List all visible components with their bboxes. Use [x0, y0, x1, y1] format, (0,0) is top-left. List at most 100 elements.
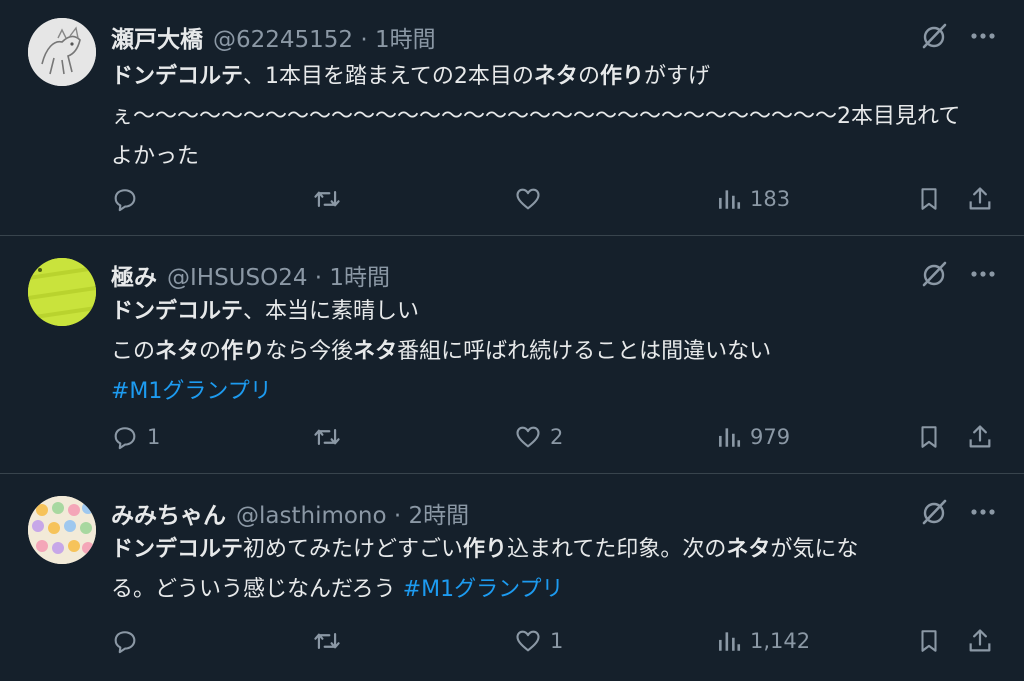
text-segment: が気にな — [770, 537, 859, 562]
handle: @lasthimono · 2時間 — [236, 503, 470, 529]
text-segment: ぇ〜〜〜〜〜〜〜〜〜〜〜〜〜〜〜〜〜〜〜〜〜〜〜〜〜〜〜〜〜〜〜〜2本目見れて — [111, 104, 961, 129]
like-button[interactable]: 1 — [514, 621, 563, 661]
bookmark-button[interactable] — [916, 417, 942, 457]
retweet-button[interactable] — [312, 621, 350, 661]
avatar[interactable] — [28, 18, 96, 86]
display-name[interactable]: 極み — [111, 258, 157, 292]
highlighted-keyword: ドンデコルテ — [111, 64, 244, 89]
tweet-line: ドンデコルテ初めてみたけどすごい作り込まれてた印象。次のネタが気にな — [111, 530, 991, 570]
views-count: 1,142 — [750, 629, 811, 653]
bookmark-button[interactable] — [916, 621, 942, 661]
user-handle[interactable]: @IHSUSO24 — [167, 265, 307, 291]
text-segment: よかった — [111, 144, 200, 169]
timestamp[interactable]: 1時間 — [375, 27, 436, 53]
highlighted-keyword: 作り — [463, 537, 508, 562]
bookmark-icon — [921, 188, 937, 210]
avatar[interactable] — [28, 258, 96, 326]
tweet-text: ドンデコルテ、本当に素晴しい このネタの作りなら今後ネタ番組に呼ばれ続けることは間… — [111, 292, 991, 412]
highlighted-keyword: ネタ — [353, 339, 398, 364]
tweet-header: 瀬戸大橋 @62245152 · 1時間 — [111, 20, 436, 54]
action-bar: 1 1,142 — [0, 621, 1024, 661]
highlighted-keyword: ネタ — [726, 537, 771, 562]
retweet-button[interactable] — [312, 417, 350, 457]
retweet-icon — [314, 190, 340, 208]
tweet[interactable]: 瀬戸大橋 @62245152 · 1時間 ドンデコルテ、1本目を踏まえての2本目… — [0, 0, 1024, 236]
more-icon[interactable] — [970, 32, 996, 40]
display-name[interactable]: みみちゃん — [111, 496, 226, 530]
reply-icon — [114, 631, 136, 654]
text-segment: なら今後 — [265, 339, 354, 364]
timestamp[interactable]: 2時間 — [409, 503, 470, 529]
text-segment: る。どういう感じなんだろう — [111, 577, 403, 602]
highlighted-keyword: ネタ — [155, 339, 200, 364]
text-segment: がすげ — [643, 64, 710, 89]
more-icon[interactable] — [970, 508, 996, 516]
tweet-line: よかった — [111, 137, 991, 177]
bookmark-button[interactable] — [916, 179, 942, 219]
heart-icon — [516, 630, 540, 652]
grok-icon[interactable] — [920, 260, 948, 288]
views-count: 979 — [750, 425, 791, 449]
retweet-button[interactable] — [312, 179, 350, 219]
text-segment: 込まれてた印象。次の — [507, 537, 727, 562]
share-icon — [969, 187, 991, 210]
reply-button[interactable]: 1 — [111, 417, 160, 457]
tweet-line: ドンデコルテ、本当に素晴しい — [111, 292, 991, 332]
user-handle[interactable]: @62245152 — [213, 27, 353, 53]
text-segment: の — [199, 339, 222, 364]
text-segment: 、1本目を踏まえての2本目の — [243, 64, 534, 89]
views-icon — [719, 428, 741, 447]
handle: @62245152 · 1時間 — [213, 27, 436, 53]
display-name[interactable]: 瀬戸大橋 — [111, 20, 203, 54]
views-button[interactable]: 183 — [716, 179, 790, 219]
views-icon — [719, 632, 741, 651]
tweet-header: みみちゃん @lasthimono · 2時間 — [111, 496, 469, 530]
bookmark-icon — [921, 426, 937, 448]
tweet[interactable]: 極み @IHSUSO24 · 1時間 ドンデコルテ、本当に素晴しい このネタの作り… — [0, 236, 1024, 474]
like-button[interactable]: 2 — [514, 417, 563, 457]
user-handle[interactable]: @lasthimono — [236, 503, 387, 529]
views-button[interactable]: 1,142 — [716, 621, 810, 661]
timestamp[interactable]: 1時間 — [329, 265, 390, 291]
text-segment: 初めてみたけどすごい — [243, 537, 464, 562]
reply-icon — [114, 189, 136, 212]
like-count: 2 — [550, 425, 564, 449]
tweet-line: る。どういう感じなんだろう #M1グランプリ — [111, 570, 991, 610]
text-segment: の — [577, 64, 600, 89]
like-count: 1 — [550, 629, 564, 653]
highlighted-keyword: 作り — [599, 64, 644, 89]
tweet-line: ぇ〜〜〜〜〜〜〜〜〜〜〜〜〜〜〜〜〜〜〜〜〜〜〜〜〜〜〜〜〜〜〜〜2本目見れて — [111, 97, 991, 137]
avatar[interactable] — [28, 496, 96, 564]
action-bar: 1 2 979 — [0, 417, 1024, 457]
highlighted-keyword: ネタ — [533, 64, 578, 89]
reply-button[interactable] — [111, 179, 147, 219]
hashtag-link[interactable]: #M1グランプリ — [111, 379, 272, 404]
text-segment: 、本当に素晴しい — [243, 299, 420, 324]
more-icon[interactable] — [970, 270, 996, 278]
share-button[interactable] — [966, 417, 994, 457]
reply-count: 1 — [147, 425, 161, 449]
highlighted-keyword: 作り — [221, 339, 266, 364]
views-count: 183 — [750, 187, 791, 211]
heart-icon — [516, 426, 540, 448]
tweet-feed: 瀬戸大橋 @62245152 · 1時間 ドンデコルテ、1本目を踏まえての2本目… — [0, 0, 1024, 681]
tweet-header: 極み @IHSUSO24 · 1時間 — [111, 258, 390, 292]
grok-icon[interactable] — [920, 498, 948, 526]
retweet-icon — [314, 632, 340, 650]
like-button[interactable] — [514, 179, 550, 219]
grok-icon[interactable] — [920, 22, 948, 50]
tweet-text: ドンデコルテ初めてみたけどすごい作り込まれてた印象。次のネタが気にな る。どういう… — [111, 530, 991, 610]
tweet-text: ドンデコルテ、1本目を踏まえての2本目のネタの作りがすげぇ〜〜〜〜〜〜〜〜〜〜〜… — [111, 57, 991, 177]
reply-icon — [114, 427, 136, 450]
tweet[interactable]: みみちゃん @lasthimono · 2時間 ドンデコルテ初めてみたけどすごい… — [0, 474, 1024, 681]
heart-icon — [516, 188, 540, 210]
hashtag-link[interactable]: #M1グランプリ — [403, 577, 564, 602]
reply-button[interactable] — [111, 621, 147, 661]
share-button[interactable] — [966, 179, 994, 219]
bookmark-icon — [921, 630, 937, 652]
tweet-line: ドンデコルテ、1本目を踏まえての2本目のネタの作りがすげ — [111, 57, 991, 97]
share-button[interactable] — [966, 621, 994, 661]
views-button[interactable]: 979 — [716, 417, 790, 457]
tweet-line: このネタの作りなら今後ネタ番組に呼ばれ続けることは間違いない — [111, 332, 991, 372]
share-icon — [969, 629, 991, 652]
